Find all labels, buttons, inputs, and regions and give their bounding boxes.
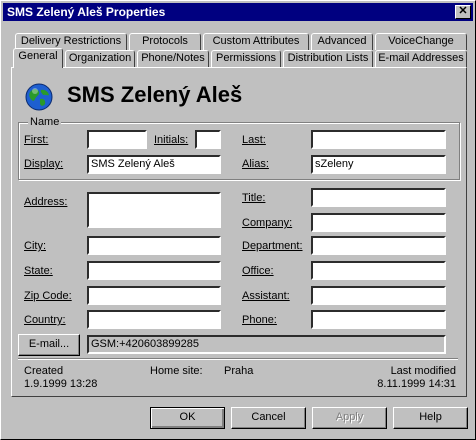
close-icon: ✕ [458,5,468,17]
created-label: Created [24,365,64,377]
tab-general[interactable]: General [13,48,63,68]
apply-button[interactable]: Apply [312,407,387,429]
state-field[interactable] [87,261,221,280]
display-field[interactable]: SMS Zelený Aleš [87,155,221,174]
zip-code-label: Zip Code: [24,290,72,302]
phone-label: Phone: [242,314,277,326]
home-site-label: Home site: [150,365,203,377]
department-label: Department: [242,240,303,252]
title-label: Title: [242,192,266,204]
tab-organization[interactable]: Organization [65,50,135,67]
company-label: Company: [242,217,293,229]
office-field[interactable] [311,261,446,280]
assistant-label: Assistant: [242,290,290,302]
tab-custom-attributes[interactable]: Custom Attributes [203,33,309,50]
home-site-value: Praha [224,365,254,377]
zip-code-field[interactable] [87,286,221,305]
tab-advanced[interactable]: Advanced [311,33,373,50]
state-label: State: [24,265,53,277]
help-button[interactable]: Help [393,407,468,429]
initials-field[interactable] [195,130,221,149]
country-field[interactable] [87,310,221,329]
email-button[interactable]: E-mail... [18,334,80,356]
title-bar[interactable]: SMS Zelený Aleš Properties ✕ [3,3,473,21]
tab-distribution-lists[interactable]: Distribution Lists [283,50,373,67]
tab-protocols[interactable]: Protocols [129,33,201,50]
address-field[interactable] [87,192,221,228]
properties-dialog: SMS Zelený Aleš Properties ✕ Delivery Re… [0,0,476,440]
country-label: Country: [24,314,66,326]
tab-permissions[interactable]: Permissions [211,50,281,67]
email-address-field: GSM:+420603899285 [87,335,446,354]
first-label: First: [24,134,49,146]
office-label: Office: [242,265,274,277]
tab-email-addresses[interactable]: E-mail Addresses [375,50,467,67]
initials-label: Initials: [154,134,189,146]
close-button[interactable]: ✕ [455,5,471,19]
address-label: Address: [24,196,68,208]
general-tab-panel: SMS Zelený Aleš Name First: Initials: La… [11,67,467,397]
last-modified-label: Last modified [390,365,456,377]
company-field[interactable] [311,213,446,232]
display-label: Display: [24,158,64,170]
assistant-field[interactable] [311,286,446,305]
cancel-button[interactable]: Cancel [231,407,306,429]
ok-button[interactable]: OK [150,407,225,429]
last-label: Last: [242,134,266,146]
phone-field[interactable] [311,310,446,329]
display-name-heading: SMS Zelený Aleš [67,82,243,107]
created-value: 1.9.1999 13:28 [24,378,98,390]
tab-phone-notes[interactable]: Phone/Notes [137,50,209,67]
window-title: SMS Zelený Aleš Properties [7,5,166,19]
city-field[interactable] [87,236,221,255]
tab-voicechange[interactable]: VoiceChange [375,33,467,50]
globe-icon [24,82,54,112]
divider [18,358,458,360]
alias-label: Alias: [242,158,269,170]
last-name-field[interactable] [311,130,446,149]
title-field[interactable] [311,188,446,207]
name-group-label: Name [28,116,62,128]
department-field[interactable] [311,236,446,255]
last-modified-value: 8.11.1999 14:31 [377,378,456,390]
alias-field[interactable]: sZeleny [311,155,446,174]
first-name-field[interactable] [87,130,147,149]
city-label: City: [24,240,46,252]
